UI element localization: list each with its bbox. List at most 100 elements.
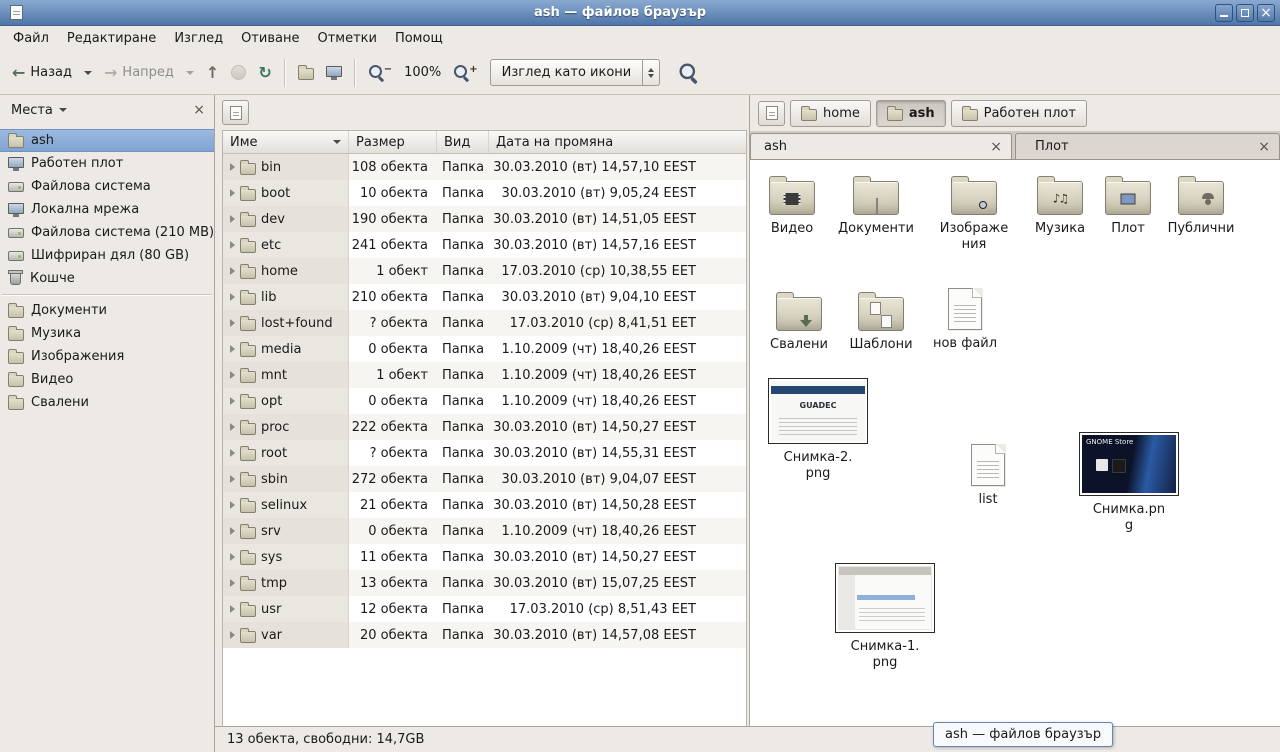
sidebar-item-filesystem[interactable]: Файлова система bbox=[0, 175, 214, 198]
expander-icon[interactable] bbox=[230, 163, 235, 171]
sidebar-item-trash[interactable]: Кошче bbox=[0, 267, 214, 290]
expander-icon[interactable] bbox=[230, 475, 235, 483]
sidebar-item-desktop[interactable]: Работен плот bbox=[0, 152, 214, 175]
expander-icon[interactable] bbox=[230, 319, 235, 327]
zoom-out-button[interactable] bbox=[362, 59, 398, 86]
icon-item-desktop[interactable]: Плот bbox=[1088, 174, 1168, 237]
column-header-size[interactable]: Размер bbox=[349, 131, 437, 153]
sidebar-item-documents[interactable]: Документи bbox=[0, 299, 214, 322]
table-row[interactable]: usr 12 обекта Папка 17.03.2010 (ср) 8,51… bbox=[223, 596, 746, 622]
table-row[interactable]: boot 10 обекта Папка 30.03.2010 (вт) 9,0… bbox=[223, 180, 746, 206]
sidebar-item-downloads[interactable]: Свалени bbox=[0, 391, 214, 414]
expander-icon[interactable] bbox=[230, 501, 235, 509]
menu-item[interactable]: Помощ bbox=[386, 28, 452, 49]
table-row[interactable]: bin 108 обекта Папка 30.03.2010 (вт) 14,… bbox=[223, 154, 746, 180]
expander-icon[interactable] bbox=[230, 579, 235, 587]
zoom-in-button[interactable] bbox=[447, 59, 483, 86]
path-button-desktop[interactable]: Работен плот bbox=[951, 100, 1087, 127]
icon-item-downloads[interactable]: Свалени bbox=[759, 290, 839, 353]
menu-item[interactable]: Изглед bbox=[165, 28, 232, 49]
table-row[interactable]: selinux 21 обекта Папка 30.03.2010 (вт) … bbox=[223, 492, 746, 518]
up-button[interactable]: ↑ bbox=[200, 60, 225, 86]
table-row[interactable]: etc 241 обекта Папка 30.03.2010 (вт) 14,… bbox=[223, 232, 746, 258]
sidebar-item-pictures[interactable]: Изображения bbox=[0, 345, 214, 368]
table-row[interactable]: dev 190 обекта Папка 30.03.2010 (вт) 14,… bbox=[223, 206, 746, 232]
back-button[interactable]: ← Назад bbox=[6, 60, 78, 86]
tab-close-icon[interactable]: × bbox=[990, 140, 1002, 154]
icon-item-videos[interactable]: Видео bbox=[752, 174, 832, 237]
computer-button[interactable] bbox=[320, 61, 348, 85]
sidebar-item-music[interactable]: Музика bbox=[0, 322, 214, 345]
menu-item[interactable]: Редактиране bbox=[58, 28, 165, 49]
path-button-ash[interactable]: ash bbox=[876, 100, 946, 127]
expander-icon[interactable] bbox=[230, 423, 235, 431]
expander-icon[interactable] bbox=[230, 527, 235, 535]
reload-button[interactable]: ↻ bbox=[252, 60, 277, 86]
tab-ash[interactable]: ash × bbox=[750, 133, 1012, 159]
spinner-icon[interactable] bbox=[642, 60, 659, 85]
expander-icon[interactable] bbox=[230, 605, 235, 613]
menu-item[interactable]: Файл bbox=[4, 28, 58, 49]
icon-item-snimka2[interactable]: GUADEC Снимка-2.png bbox=[766, 378, 870, 482]
home-button[interactable] bbox=[292, 60, 320, 85]
icon-item-pictures[interactable]: Изображения bbox=[934, 174, 1014, 253]
icon-item-snimka1[interactable]: Снимка-1.png bbox=[833, 563, 937, 671]
sidebar-item-videos[interactable]: Видео bbox=[0, 368, 214, 391]
icon-item-new-file[interactable]: нов файл bbox=[925, 288, 1005, 352]
column-header-name[interactable]: Име bbox=[223, 131, 349, 153]
icon-item-list[interactable]: list bbox=[948, 444, 1028, 508]
minimize-button[interactable] bbox=[1215, 4, 1233, 22]
expander-icon[interactable] bbox=[230, 397, 235, 405]
table-row[interactable]: media 0 обекта Папка 1.10.2009 (чт) 18,4… bbox=[223, 336, 746, 362]
menu-item[interactable]: Отиване bbox=[232, 28, 308, 49]
icon-item-snimka[interactable]: GNOME Store Снимка.png bbox=[1077, 432, 1181, 534]
table-row[interactable]: lost+found ? обекта Папка 17.03.2010 (ср… bbox=[223, 310, 746, 336]
tab-desktop[interactable]: Плот × bbox=[1015, 133, 1280, 159]
pane-toggle-button[interactable] bbox=[222, 100, 249, 125]
expander-icon[interactable] bbox=[230, 371, 235, 379]
icon-item-documents[interactable]: Документи bbox=[836, 174, 916, 237]
path-scroll-button[interactable] bbox=[758, 101, 785, 126]
tab-close-icon[interactable]: × bbox=[1258, 140, 1270, 154]
back-dropdown-button[interactable] bbox=[78, 66, 98, 80]
view-mode-select[interactable]: Изглед като икони bbox=[490, 59, 661, 86]
expander-icon[interactable] bbox=[230, 553, 235, 561]
sidebar-close-icon[interactable]: × bbox=[193, 103, 205, 117]
column-header-type[interactable]: Вид bbox=[437, 131, 489, 153]
sidebar-item-filesystem-210mb[interactable]: Файлова система (210 MB) bbox=[0, 221, 214, 244]
forward-button[interactable]: → Напред bbox=[98, 60, 180, 86]
forward-dropdown-button[interactable] bbox=[180, 66, 200, 80]
table-row[interactable]: tmp 13 обекта Папка 30.03.2010 (вт) 15,0… bbox=[223, 570, 746, 596]
icon-item-public[interactable]: Публични bbox=[1161, 174, 1241, 237]
expander-icon[interactable] bbox=[230, 631, 235, 639]
sidebar-item-network[interactable]: Локална мрежа bbox=[0, 198, 214, 221]
expander-icon[interactable] bbox=[230, 449, 235, 457]
table-row[interactable]: mnt 1 обект Папка 1.10.2009 (чт) 18,40,2… bbox=[223, 362, 746, 388]
menu-item[interactable]: Отметки bbox=[308, 28, 385, 49]
table-row[interactable]: home 1 обект Папка 17.03.2010 (ср) 10,38… bbox=[223, 258, 746, 284]
expander-icon[interactable] bbox=[230, 215, 235, 223]
chevron-down-icon[interactable] bbox=[59, 108, 67, 112]
table-row[interactable]: srv 0 обекта Папка 1.10.2009 (чт) 18,40,… bbox=[223, 518, 746, 544]
expander-icon[interactable] bbox=[230, 345, 235, 353]
expander-icon[interactable] bbox=[230, 293, 235, 301]
table-row[interactable]: sbin 272 обекта Папка 30.03.2010 (вт) 9,… bbox=[223, 466, 746, 492]
search-button[interactable] bbox=[674, 59, 703, 86]
table-row[interactable]: opt 0 обекта Папка 1.10.2009 (чт) 18,40,… bbox=[223, 388, 746, 414]
table-row[interactable]: root ? обекта Папка 30.03.2010 (вт) 14,5… bbox=[223, 440, 746, 466]
column-header-date[interactable]: Дата на промяна bbox=[489, 131, 746, 153]
table-row[interactable]: proc 222 обекта Папка 30.03.2010 (вт) 14… bbox=[223, 414, 746, 440]
maximize-button[interactable] bbox=[1236, 4, 1254, 22]
icon-item-templates[interactable]: Шаблони bbox=[841, 290, 921, 353]
stop-button[interactable] bbox=[225, 60, 252, 85]
icon-view[interactable]: Видео Документи Изображения Музика bbox=[750, 160, 1280, 726]
expander-icon[interactable] bbox=[230, 267, 235, 275]
table-row[interactable]: lib 210 обекта Папка 30.03.2010 (вт) 9,0… bbox=[223, 284, 746, 310]
table-row[interactable]: var 20 обекта Папка 30.03.2010 (вт) 14,5… bbox=[223, 622, 746, 648]
sidebar-item-encrypted-volume[interactable]: Шифриран дял (80 GB) bbox=[0, 244, 214, 267]
sidebar-item-ash[interactable]: ash bbox=[0, 129, 214, 152]
expander-icon[interactable] bbox=[230, 241, 235, 249]
table-row[interactable]: sys 11 обекта Папка 30.03.2010 (вт) 14,5… bbox=[223, 544, 746, 570]
expander-icon[interactable] bbox=[230, 189, 235, 197]
path-button-home[interactable]: home bbox=[790, 100, 871, 127]
